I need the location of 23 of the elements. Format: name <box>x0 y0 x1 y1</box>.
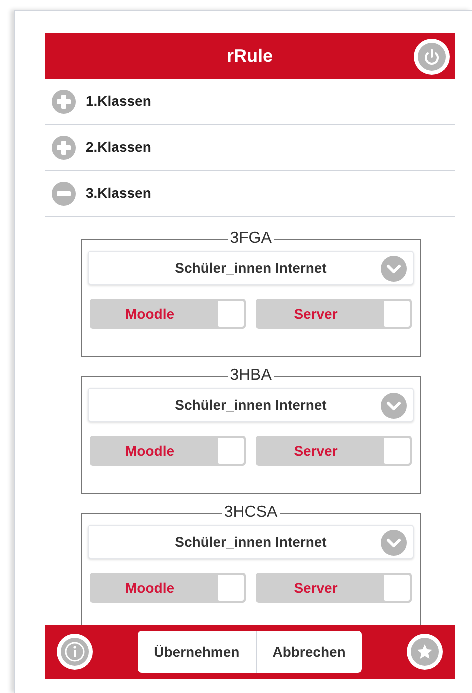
profile-dropdown[interactable]: Schüler_innen Internet <box>88 525 414 559</box>
accordion-header[interactable]: 1.Klassen <box>45 79 455 125</box>
group-label: 2.Klassen <box>86 138 152 157</box>
class-name: 3HCSA <box>223 505 279 521</box>
profile-dropdown[interactable]: Schüler_innen Internet <box>88 251 414 285</box>
favorite-button[interactable] <box>406 634 443 670</box>
accordion-header[interactable]: 3.Klassen <box>45 171 455 217</box>
info-icon <box>61 638 89 666</box>
group-label: 1.Klassen <box>86 92 152 111</box>
accordion-header[interactable]: 2.Klassen <box>45 125 455 171</box>
app-title: rRule <box>226 44 273 68</box>
chevron-down-icon <box>381 256 407 282</box>
power-button[interactable] <box>414 39 450 75</box>
chevron-down-icon <box>381 393 407 419</box>
profile-dropdown[interactable]: Schüler_innen Internet <box>88 388 414 422</box>
power-icon <box>418 43 446 71</box>
chevron-down-icon <box>381 530 407 556</box>
class-name: 3FGA <box>229 231 273 247</box>
group-label: 3.Klassen <box>86 184 152 203</box>
info-button[interactable] <box>57 634 93 670</box>
action-button[interactable]: Abbrechen <box>256 631 362 673</box>
action-button[interactable]: Übernehmen <box>138 631 256 673</box>
class-name: 3HBA <box>229 368 273 384</box>
